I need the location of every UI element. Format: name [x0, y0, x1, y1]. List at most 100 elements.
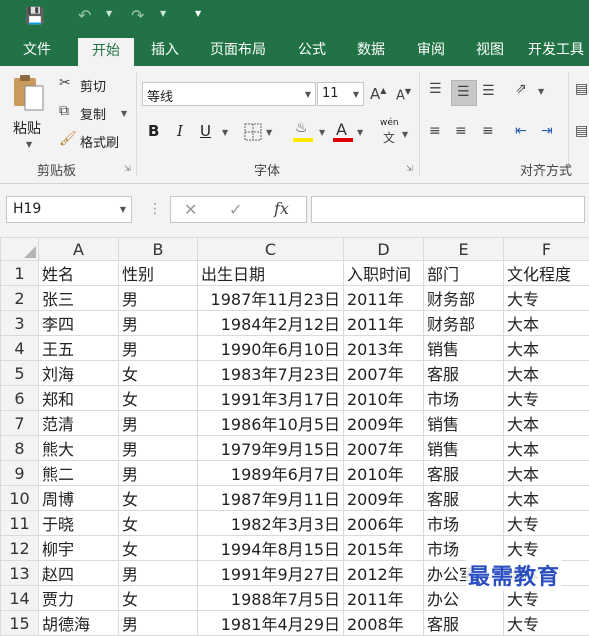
undo-icon[interactable]: ↶: [78, 6, 91, 26]
format-painter-icon[interactable]: 🖌: [59, 131, 77, 147]
paste-button[interactable]: 粘贴 ▼: [8, 72, 50, 148]
font-launcher-icon[interactable]: ⇲: [406, 164, 413, 173]
select-all-corner[interactable]: [1, 238, 39, 261]
row-header[interactable]: 2: [1, 286, 39, 311]
cell-e2[interactable]: 财务部: [424, 286, 504, 311]
underline-dropdown-icon[interactable]: ▼: [222, 128, 228, 137]
tab-data[interactable]: 数据: [346, 34, 396, 66]
cut-button[interactable]: 剪切: [80, 76, 106, 95]
column-header-c[interactable]: C: [198, 238, 344, 261]
merge-center-icon[interactable]: ▤: [575, 123, 588, 139]
cell-e4[interactable]: 销售: [424, 336, 504, 361]
cell-e12[interactable]: 市场: [424, 536, 504, 561]
cell-c10[interactable]: 1987年9月11日: [198, 486, 344, 511]
increase-font-icon[interactable]: A▲: [370, 85, 386, 103]
cell-c14[interactable]: 1988年7月5日: [198, 586, 344, 611]
cell-c13[interactable]: 1991年9月27日: [198, 561, 344, 586]
undo-dropdown-icon[interactable]: ▼: [106, 9, 112, 18]
cell-a13[interactable]: 赵四: [39, 561, 119, 586]
cell-b3[interactable]: 男: [119, 311, 198, 336]
wrap-text-icon[interactable]: ▤: [575, 81, 588, 97]
cancel-icon[interactable]: ✕: [184, 200, 197, 219]
tab-view[interactable]: 视图: [465, 34, 515, 66]
align-top-icon[interactable]: ☰: [429, 81, 442, 97]
font-size-select[interactable]: 11 ▼: [317, 82, 364, 106]
cell-e7[interactable]: 销售: [424, 411, 504, 436]
fill-color-dropdown-icon[interactable]: ▼: [319, 128, 325, 137]
tab-insert[interactable]: 插入: [140, 34, 190, 66]
cell-c8[interactable]: 1979年9月15日: [198, 436, 344, 461]
cell-c12[interactable]: 1994年8月15日: [198, 536, 344, 561]
cell-d7[interactable]: 2009年: [344, 411, 424, 436]
column-header-d[interactable]: D: [344, 238, 424, 261]
row-header[interactable]: 15: [1, 611, 39, 636]
cell-d12[interactable]: 2015年: [344, 536, 424, 561]
align-center-icon[interactable]: ≡: [455, 123, 467, 139]
cell-c15[interactable]: 1981年4月29日: [198, 611, 344, 636]
increase-indent-icon[interactable]: ⇥: [541, 123, 553, 139]
cell-a4[interactable]: 王五: [39, 336, 119, 361]
cell-d14[interactable]: 2011年: [344, 586, 424, 611]
column-header-f[interactable]: F: [504, 238, 589, 261]
cut-icon[interactable]: ✂: [59, 75, 71, 91]
row-header[interactable]: 1: [1, 261, 39, 286]
phonetic-dropdown-icon[interactable]: ▼: [402, 130, 408, 139]
cell-f10[interactable]: 大本: [504, 486, 589, 511]
row-header[interactable]: 10: [1, 486, 39, 511]
cell-b9[interactable]: 男: [119, 461, 198, 486]
cell-d13[interactable]: 2012年: [344, 561, 424, 586]
cell-f5[interactable]: 大本: [504, 361, 589, 386]
cell-d10[interactable]: 2009年: [344, 486, 424, 511]
cell-c2[interactable]: 1987年11月23日: [198, 286, 344, 311]
cell-a7[interactable]: 范清: [39, 411, 119, 436]
copy-dropdown-icon[interactable]: ▼: [121, 109, 127, 118]
cell-a6[interactable]: 郑和: [39, 386, 119, 411]
redo-icon[interactable]: ↷: [131, 6, 144, 26]
cell-f3[interactable]: 大本: [504, 311, 589, 336]
row-header[interactable]: 11: [1, 511, 39, 536]
cell-e9[interactable]: 客服: [424, 461, 504, 486]
italic-button[interactable]: I: [177, 122, 183, 140]
cell-d11[interactable]: 2006年: [344, 511, 424, 536]
cell-c5[interactable]: 1983年7月23日: [198, 361, 344, 386]
tab-home[interactable]: 开始: [78, 38, 134, 66]
cell-a9[interactable]: 熊二: [39, 461, 119, 486]
format-painter-button[interactable]: 格式刷: [80, 132, 119, 151]
cell-c1[interactable]: 出生日期: [198, 261, 344, 286]
cell-c7[interactable]: 1986年10月5日: [198, 411, 344, 436]
borders-dropdown-icon[interactable]: ▼: [266, 128, 272, 137]
align-right-icon[interactable]: ≡: [482, 123, 494, 139]
cell-a2[interactable]: 张三: [39, 286, 119, 311]
cell-c9[interactable]: 1989年6月7日: [198, 461, 344, 486]
orientation-icon[interactable]: ⇗: [515, 81, 527, 97]
cell-b10[interactable]: 女: [119, 486, 198, 511]
underline-button[interactable]: U: [200, 122, 211, 140]
font-name-select[interactable]: 等线 ▼: [142, 82, 316, 106]
decrease-font-icon[interactable]: A▼: [396, 87, 411, 103]
cell-d2[interactable]: 2011年: [344, 286, 424, 311]
row-header[interactable]: 5: [1, 361, 39, 386]
cell-a10[interactable]: 周博: [39, 486, 119, 511]
column-header-b[interactable]: B: [119, 238, 198, 261]
column-header-e[interactable]: E: [424, 238, 504, 261]
clipboard-launcher-icon[interactable]: ⇲: [124, 164, 131, 173]
phonetic-button[interactable]: wén: [380, 118, 399, 128]
cell-c6[interactable]: 1991年3月17日: [198, 386, 344, 411]
font-color-dropdown-icon[interactable]: ▼: [357, 128, 363, 137]
cell-b11[interactable]: 女: [119, 511, 198, 536]
cell-d8[interactable]: 2007年: [344, 436, 424, 461]
cell-d1[interactable]: 入职时间: [344, 261, 424, 286]
cell-e6[interactable]: 市场: [424, 386, 504, 411]
cell-b13[interactable]: 男: [119, 561, 198, 586]
row-header[interactable]: 3: [1, 311, 39, 336]
decrease-indent-icon[interactable]: ⇤: [515, 123, 527, 139]
cell-b7[interactable]: 男: [119, 411, 198, 436]
formula-input[interactable]: [311, 196, 585, 223]
cell-f2[interactable]: 大专: [504, 286, 589, 311]
cell-a8[interactable]: 熊大: [39, 436, 119, 461]
name-box[interactable]: H19 ▼: [6, 196, 132, 223]
cell-a14[interactable]: 贾力: [39, 586, 119, 611]
cell-b4[interactable]: 男: [119, 336, 198, 361]
row-header[interactable]: 6: [1, 386, 39, 411]
cell-b6[interactable]: 女: [119, 386, 198, 411]
